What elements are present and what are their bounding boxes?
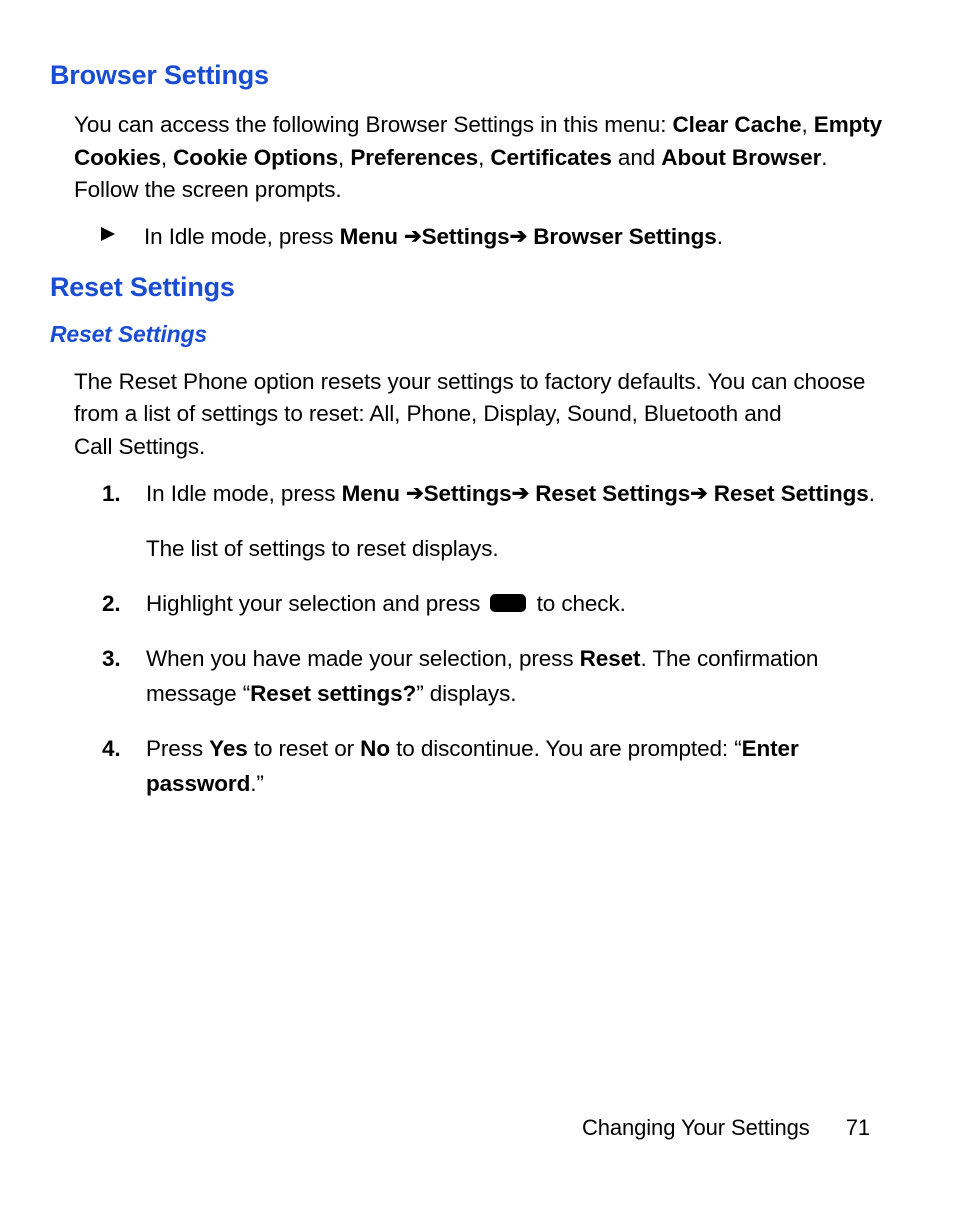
bullet-text: In Idle mode, press Menu ➔ Settings ➔ Br… (144, 221, 723, 254)
bold-settings: Settings (422, 224, 510, 249)
ok-key-icon (490, 594, 526, 612)
text: , (478, 145, 490, 170)
arrow-icon: ➔ (690, 478, 708, 511)
step-number: 3. (102, 642, 121, 677)
bold-menu: Menu (340, 224, 405, 249)
step-1: 1. In Idle mode, press Menu ➔ Settings ➔… (102, 477, 884, 567)
arrow-icon: ➔ (404, 222, 422, 252)
step-number: 2. (102, 587, 121, 622)
heading-browser-settings: Browser Settings (50, 60, 884, 91)
bold-certificates: Certificates (490, 145, 611, 170)
bold-cookie-options: Cookie Options (173, 145, 338, 170)
text: In Idle mode, press (144, 224, 340, 249)
text: Press (146, 736, 209, 761)
text: In Idle mode, press (146, 481, 342, 506)
text: , (161, 145, 173, 170)
bold-preferences: Preferences (350, 145, 478, 170)
arrow-icon: ➔ (406, 478, 424, 511)
text: ” displays. (416, 681, 516, 706)
text: and (612, 145, 662, 170)
step-1-subtext: The list of settings to reset displays. (146, 532, 884, 567)
text: When you have made your selection, press (146, 646, 580, 671)
bold-menu: Menu (342, 481, 407, 506)
footer-page-number: 71 (846, 1115, 870, 1140)
step-3: 3. When you have made your selection, pr… (102, 642, 884, 712)
bold-reset-settings: Reset Settings (535, 481, 690, 506)
text: . (717, 224, 723, 249)
bold-yes: Yes (209, 736, 248, 761)
text: to check. (530, 591, 625, 616)
subheading-reset-settings: Reset Settings (50, 321, 884, 348)
bold-browser-settings: Browser Settings (533, 224, 716, 249)
bold-about-browser: About Browser (661, 145, 821, 170)
text: . (869, 481, 875, 506)
arrow-icon: ➔ (510, 222, 528, 252)
text: .” (250, 771, 264, 796)
text: to discontinue. You are prompted: “ (390, 736, 742, 761)
bold-reset-settings: Reset Settings (714, 481, 869, 506)
page-footer: Changing Your Settings 71 (582, 1115, 870, 1141)
text: Highlight your selection and press (146, 591, 486, 616)
reset-settings-intro: The Reset Phone option resets your setti… (74, 366, 884, 464)
step-number: 1. (102, 477, 121, 512)
steps-list: 1. In Idle mode, press Menu ➔ Settings ➔… (102, 477, 884, 801)
step-4: 4. Press Yes to reset or No to discontin… (102, 732, 884, 802)
bold-clear-cache: Clear Cache (673, 112, 802, 137)
bold-reset-settings-question: Reset settings? (250, 681, 416, 706)
bullet-item: In Idle mode, press Menu ➔ Settings ➔ Br… (100, 221, 884, 254)
footer-chapter: Changing Your Settings (582, 1115, 810, 1140)
text: You can access the following Browser Set… (74, 112, 673, 137)
bold-reset: Reset (580, 646, 641, 671)
bold-no: No (360, 736, 390, 761)
text: , (801, 112, 813, 137)
step-2: 2. Highlight your selection and press to… (102, 587, 884, 622)
step-number: 4. (102, 732, 121, 767)
text: , (338, 145, 350, 170)
bold-settings: Settings (424, 481, 512, 506)
heading-reset-settings: Reset Settings (50, 272, 884, 303)
browser-settings-intro: You can access the following Browser Set… (74, 109, 884, 207)
triangle-bullet-icon (100, 226, 116, 247)
text: to reset or (248, 736, 361, 761)
arrow-icon: ➔ (512, 478, 530, 511)
